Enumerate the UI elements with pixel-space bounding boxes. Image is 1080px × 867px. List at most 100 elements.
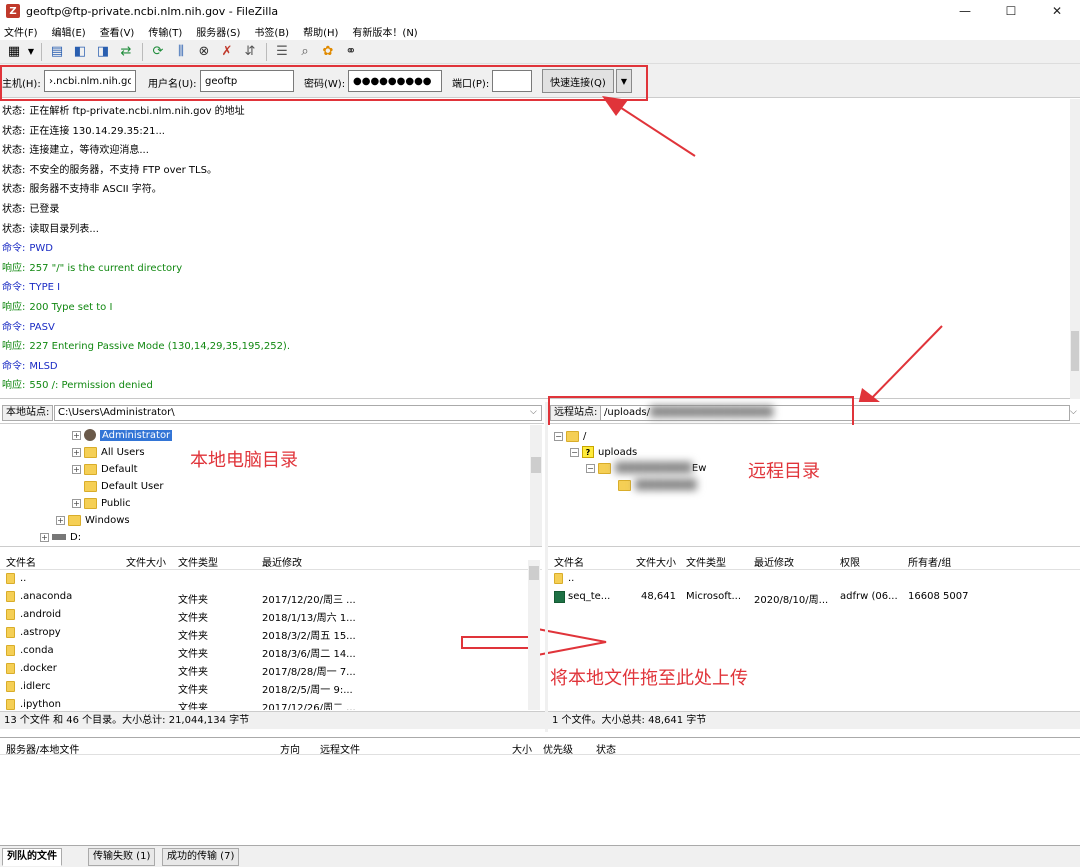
local-path-dropdown-icon[interactable]: ⌵ <box>530 407 537 417</box>
menu-edit[interactable]: 编辑(E) <box>52 24 86 39</box>
expand-icon[interactable]: + <box>72 498 81 508</box>
table-row[interactable]: .android 文件夹 2018/1/13/周六 1... <box>0 606 528 624</box>
quickconnect-dropdown-icon[interactable]: ▼ <box>616 69 632 93</box>
tree-item-default-user[interactable]: Default User <box>84 478 164 494</box>
log-scrollbar[interactable] <box>1070 99 1080 399</box>
remote-path-input[interactable]: /uploads/████████████████ <box>600 405 1070 421</box>
process-queue-icon[interactable]: ⫼ <box>170 42 192 62</box>
table-row[interactable]: .. <box>0 570 528 588</box>
expand-icon[interactable]: + <box>72 430 81 440</box>
menu-help[interactable]: 帮助(H) <box>303 24 338 39</box>
tree-item-redacted-child[interactable]: ████████ <box>618 477 697 493</box>
column-modified[interactable]: 最近修改 <box>262 554 302 569</box>
collapse-icon[interactable]: − <box>554 431 563 441</box>
filter-icon[interactable]: ☰ <box>271 42 293 62</box>
log-line: 状态: 已登录 <box>2 200 59 216</box>
remote-path-dropdown-icon[interactable]: ⌵ <box>1070 407 1077 417</box>
minimize-icon[interactable]: — <box>942 0 988 22</box>
tree-item-redacted[interactable]: − ██████████ Ew <box>586 460 706 476</box>
tree-item-administrator[interactable]: + Administrator <box>72 427 173 443</box>
expand-icon[interactable]: + <box>40 532 49 542</box>
tree-item-windows[interactable]: + Windows <box>56 512 130 528</box>
local-path-input[interactable]: C:\Users\Administrator\ <box>54 405 542 421</box>
compare-icon[interactable]: ⌕ <box>294 42 316 62</box>
table-row[interactable]: seq_te... 48,641 Microsoft... 2020/8/10/周..… <box>548 588 1080 606</box>
expand-icon[interactable]: + <box>72 447 81 457</box>
table-row[interactable]: .. <box>548 570 1080 588</box>
expand-icon[interactable]: + <box>72 464 81 474</box>
menu-new-version[interactable]: 有新版本！(N) <box>352 24 417 39</box>
tree-item-all-users[interactable]: + All Users <box>72 444 145 460</box>
tree-item-drive-d[interactable]: + D: <box>40 529 81 545</box>
excel-file-icon <box>554 591 565 603</box>
cancel-icon[interactable]: ⊗ <box>193 42 215 62</box>
column-filesize[interactable]: 文件大小 <box>636 554 676 569</box>
file-name: .idlerc <box>20 681 51 692</box>
log-kind: 状态: <box>2 223 26 235</box>
table-row[interactable]: .astropy 文件夹 2018/3/2/周五 15... <box>0 624 528 642</box>
toggle-queue-icon[interactable]: ⇄ <box>115 42 137 62</box>
reconnect-icon[interactable]: ⇵ <box>239 42 261 62</box>
tree-item-label: D: <box>70 531 82 543</box>
table-row[interactable]: .ipython 文件夹 2017/12/26/周二 ... <box>0 696 528 710</box>
collapse-icon[interactable]: − <box>586 463 595 473</box>
collapse-icon[interactable]: − <box>570 447 579 457</box>
tab-queued-files[interactable]: 列队的文件 <box>2 848 62 866</box>
search-icon[interactable]: ⚭ <box>340 42 362 62</box>
column-direction[interactable]: 方向 <box>280 741 300 756</box>
local-list-scrollbar[interactable] <box>528 560 540 710</box>
column-owner[interactable]: 所有者/组 <box>908 554 951 569</box>
username-input[interactable] <box>200 70 294 92</box>
column-remote-file[interactable]: 远程文件 <box>320 741 360 756</box>
disconnect-icon[interactable]: ✗ <box>216 42 238 62</box>
menu-bookmarks[interactable]: 书签(B) <box>254 24 289 39</box>
maximize-icon[interactable]: ☐ <box>988 0 1034 22</box>
menu-transfer[interactable]: 传输(T) <box>148 24 182 39</box>
menu-view[interactable]: 查看(V) <box>100 24 135 39</box>
tree-item-public[interactable]: + Public <box>72 495 131 511</box>
column-filesize[interactable]: 文件大小 <box>126 554 166 569</box>
column-filetype[interactable]: 文件类型 <box>686 554 726 569</box>
sync-browse-icon[interactable]: ✿ <box>317 42 339 62</box>
unknown-folder-icon: ? <box>582 446 594 458</box>
tree-item-root[interactable]: − / <box>554 428 586 444</box>
column-server-local-file[interactable]: 服务器/本地文件 <box>6 741 79 756</box>
column-modified[interactable]: 最近修改 <box>754 554 794 569</box>
password-input[interactable] <box>348 70 442 92</box>
tab-successful-transfers[interactable]: 成功的传输 (7) <box>162 848 240 866</box>
log-kind: 响应: <box>2 302 26 313</box>
dropdown-arrow-icon[interactable]: ▼ <box>26 42 36 62</box>
table-row[interactable]: .anaconda 文件夹 2017/12/20/周三 ... <box>0 588 528 606</box>
tree-item-uploads[interactable]: − ? uploads <box>570 444 637 460</box>
column-filetype[interactable]: 文件类型 <box>178 554 218 569</box>
refresh-icon[interactable]: ⟳ <box>147 42 169 62</box>
quickconnect-button[interactable]: 快速连接(Q) <box>542 69 614 93</box>
table-row[interactable]: .conda 文件夹 2018/3/6/周二 14... <box>0 642 528 660</box>
menu-file[interactable]: 文件(F) <box>4 24 38 39</box>
table-row[interactable]: .docker 文件夹 2017/8/28/周一 7... <box>0 660 528 678</box>
site-manager-icon[interactable]: ▦ <box>3 42 25 62</box>
column-filename[interactable]: 文件名 <box>554 554 584 569</box>
menu-server[interactable]: 服务器(S) <box>196 24 240 39</box>
column-size[interactable]: 大小 <box>512 741 532 756</box>
message-log: 状态: 正在解析 ftp-private.ncbi.nlm.nih.gov 的地址… <box>0 99 1080 399</box>
host-input[interactable] <box>44 70 136 92</box>
local-tree-scrollbar[interactable] <box>530 425 542 546</box>
column-filename[interactable]: 文件名 <box>6 554 36 569</box>
toggle-local-tree-icon[interactable]: ◧ <box>69 42 91 62</box>
column-status[interactable]: 状态 <box>596 741 616 756</box>
table-row[interactable]: .idlerc 文件夹 2018/2/5/周一 9:... <box>0 678 528 696</box>
toggle-remote-tree-icon[interactable]: ◨ <box>92 42 114 62</box>
file-modified: 2018/3/6/周二 14... <box>262 649 356 660</box>
log-line: 响应: 227 Entering Passive Mode (130,14,29,… <box>2 337 290 353</box>
folder-icon <box>84 480 97 492</box>
toggle-log-icon[interactable]: ▤ <box>46 42 68 62</box>
expand-icon[interactable]: + <box>56 515 65 525</box>
tree-item-default[interactable]: + Default <box>72 461 138 477</box>
close-icon[interactable]: ✕ <box>1034 0 1080 22</box>
column-permissions[interactable]: 权限 <box>840 554 860 569</box>
column-priority[interactable]: 优先级 <box>543 741 573 756</box>
tab-failed-transfers[interactable]: 传输失败 (1) <box>88 848 156 866</box>
port-input[interactable] <box>492 70 532 92</box>
local-status-line: 13 个文件 和 46 个目录。大小总计: 21,044,134 字节 <box>0 711 545 729</box>
